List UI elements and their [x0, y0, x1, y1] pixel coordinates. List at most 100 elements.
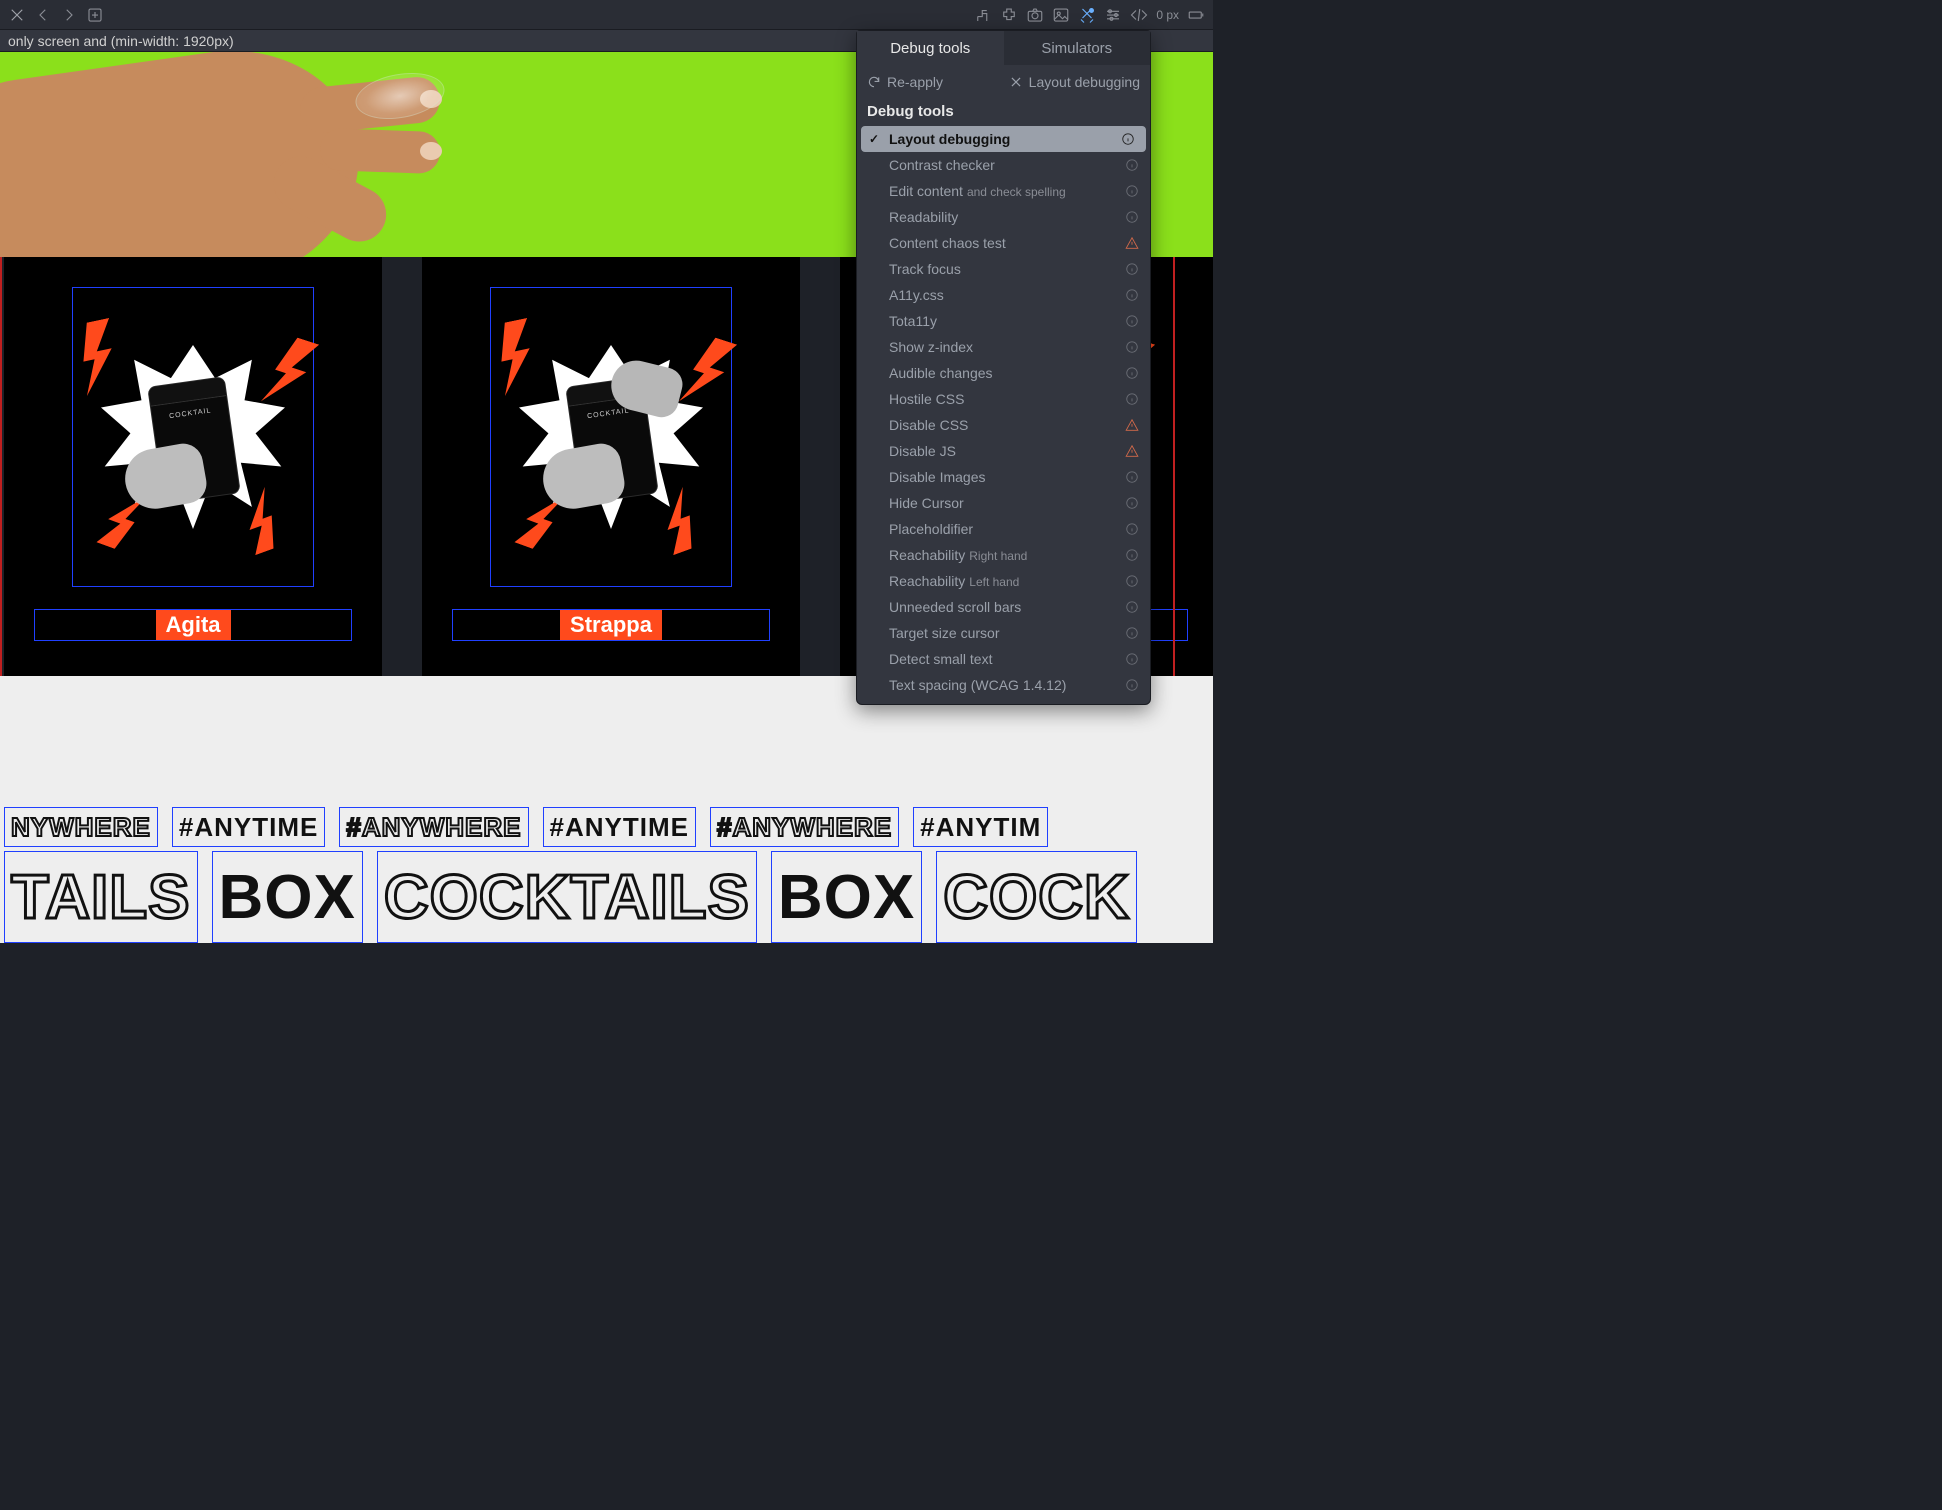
- info-icon[interactable]: [1124, 651, 1140, 667]
- pouch-label: COCKTAIL: [158, 406, 222, 422]
- debug-tool-label: Contrast checker: [889, 157, 995, 173]
- debug-tool-label: Layout debugging: [889, 131, 1010, 147]
- reapply-button[interactable]: Re-apply: [867, 74, 943, 90]
- debug-tool-label: Unneeded scroll bars: [889, 599, 1021, 615]
- debug-tool-item[interactable]: Hostile CSS: [857, 386, 1150, 412]
- add-icon[interactable]: [86, 6, 104, 24]
- warning-icon[interactable]: [1124, 235, 1140, 251]
- info-icon[interactable]: [1124, 209, 1140, 225]
- image-icon[interactable]: [1052, 6, 1070, 24]
- debug-tool-sublabel: Right hand: [969, 549, 1027, 563]
- debug-tool-item[interactable]: Target size cursor: [857, 620, 1150, 646]
- info-icon[interactable]: [1124, 339, 1140, 355]
- debug-tool-item[interactable]: A11y.css: [857, 282, 1150, 308]
- back-icon[interactable]: [34, 6, 52, 24]
- info-icon[interactable]: [1124, 547, 1140, 563]
- info-icon[interactable]: [1124, 391, 1140, 407]
- camera-icon[interactable]: [1026, 6, 1044, 24]
- top-toolbar: 0 px: [0, 0, 1213, 30]
- debug-tool-item[interactable]: Readability: [857, 204, 1150, 230]
- product-image: COCKTAIL: [452, 287, 770, 587]
- debug-tool-sublabel: Left hand: [969, 575, 1019, 589]
- px-label: 0 px: [1156, 8, 1179, 22]
- remove-layout-debugging-button[interactable]: Layout debugging: [1009, 74, 1140, 90]
- debug-tool-item[interactable]: Unneeded scroll bars: [857, 594, 1150, 620]
- info-icon[interactable]: [1124, 157, 1140, 173]
- debug-tool-label: Hide Cursor: [889, 495, 964, 511]
- info-icon[interactable]: [1124, 677, 1140, 693]
- info-icon[interactable]: [1124, 521, 1140, 537]
- debug-tool-label: A11y.css: [889, 287, 944, 303]
- debug-tool-item[interactable]: Disable CSS: [857, 412, 1150, 438]
- warning-icon[interactable]: [1124, 443, 1140, 459]
- info-icon[interactable]: [1124, 495, 1140, 511]
- debug-tool-item[interactable]: ✓Layout debugging: [861, 126, 1146, 152]
- debug-tool-item[interactable]: Contrast checker: [857, 152, 1150, 178]
- debug-tool-item[interactable]: Placeholdifier: [857, 516, 1150, 542]
- info-icon[interactable]: [1120, 131, 1136, 147]
- debug-tool-item[interactable]: Content chaos test: [857, 230, 1150, 256]
- info-icon[interactable]: [1124, 287, 1140, 303]
- info-icon[interactable]: [1124, 365, 1140, 381]
- debug-tool-item[interactable]: Track focus: [857, 256, 1150, 282]
- debug-tool-label: Hostile CSS: [889, 391, 964, 407]
- warning-icon[interactable]: [1124, 417, 1140, 433]
- info-icon[interactable]: [1124, 183, 1140, 199]
- marquee-tag: BOX: [212, 851, 363, 943]
- accessibility-icon[interactable]: [974, 6, 992, 24]
- info-icon[interactable]: [1124, 599, 1140, 615]
- debug-tools-icon[interactable]: [1078, 6, 1096, 24]
- marquee-row-bottom: TAILSBOXCOCKTAILSBOXCOCK: [0, 851, 1213, 943]
- settings-sliders-icon[interactable]: [1104, 6, 1122, 24]
- debug-tool-label: Audible changes: [889, 365, 993, 381]
- marquee-area: NYWHERE#ANYTIME#ANYWHERE#ANYTIME#ANYWHER…: [0, 807, 1213, 943]
- marquee-tag: TAILS: [4, 851, 198, 943]
- refresh-icon: [867, 75, 881, 89]
- extension-icon[interactable]: [1000, 6, 1018, 24]
- debug-tool-item[interactable]: Disable JS: [857, 438, 1150, 464]
- tab-debug-tools[interactable]: Debug tools: [857, 31, 1004, 65]
- marquee-tag: COCKTAILS: [377, 851, 757, 943]
- debug-tool-item[interactable]: Audible changes: [857, 360, 1150, 386]
- debug-tool-label: Reachability: [889, 547, 965, 563]
- debug-tool-label: Show z-index: [889, 339, 973, 355]
- marquee-tag: #ANYTIME: [543, 807, 696, 847]
- debug-tool-item[interactable]: Reachability Right hand: [857, 542, 1150, 568]
- debug-tool-label: Disable CSS: [889, 417, 968, 433]
- panel-heading: Debug tools: [857, 99, 1150, 126]
- debug-tool-label: Detect small text: [889, 651, 992, 667]
- debug-tool-item[interactable]: Detect small text: [857, 646, 1150, 672]
- product-image: COCKTAIL: [34, 287, 352, 587]
- debug-tool-item[interactable]: Text spacing (WCAG 1.4.12): [857, 672, 1150, 698]
- debug-tool-sublabel: and check spelling: [967, 185, 1066, 199]
- marquee-tag: #ANYTIM: [913, 807, 1048, 847]
- debug-tool-label: Disable JS: [889, 443, 956, 459]
- close-icon[interactable]: [8, 6, 26, 24]
- debug-tool-item[interactable]: ReachabilityLeft hand: [857, 568, 1150, 594]
- media-query-text: only screen and (min-width: 1920px): [8, 33, 234, 49]
- debug-tool-label: Text spacing (WCAG 1.4.12): [889, 677, 1066, 693]
- product-card: COCKTAIL Agita: [4, 257, 382, 676]
- product-card: COCKTAIL Strappa: [422, 257, 800, 676]
- debug-tool-item[interactable]: Edit content and check spelling: [857, 178, 1150, 204]
- debug-tools-panel: Debug tools Simulators Re-apply Layout d…: [856, 30, 1151, 705]
- info-icon[interactable]: [1124, 573, 1140, 589]
- debug-tool-item[interactable]: Disable Images: [857, 464, 1150, 490]
- info-icon[interactable]: [1124, 625, 1140, 641]
- panel-tabs: Debug tools Simulators: [857, 31, 1150, 65]
- battery-icon[interactable]: [1187, 6, 1205, 24]
- forward-icon[interactable]: [60, 6, 78, 24]
- info-icon[interactable]: [1124, 261, 1140, 277]
- code-icon[interactable]: [1130, 6, 1148, 24]
- marquee-tag: #ANYWHERE: [339, 807, 528, 847]
- product-label: Strappa: [560, 610, 662, 640]
- tab-simulators[interactable]: Simulators: [1004, 31, 1151, 65]
- debug-tool-item[interactable]: Show z-index: [857, 334, 1150, 360]
- info-icon[interactable]: [1124, 313, 1140, 329]
- debug-tool-label: Content chaos test: [889, 235, 1006, 251]
- debug-tool-item[interactable]: Tota11y: [857, 308, 1150, 334]
- info-icon[interactable]: [1124, 469, 1140, 485]
- debug-tool-label: Edit content: [889, 183, 963, 199]
- debug-tool-label: Readability: [889, 209, 958, 225]
- debug-tool-item[interactable]: Hide Cursor: [857, 490, 1150, 516]
